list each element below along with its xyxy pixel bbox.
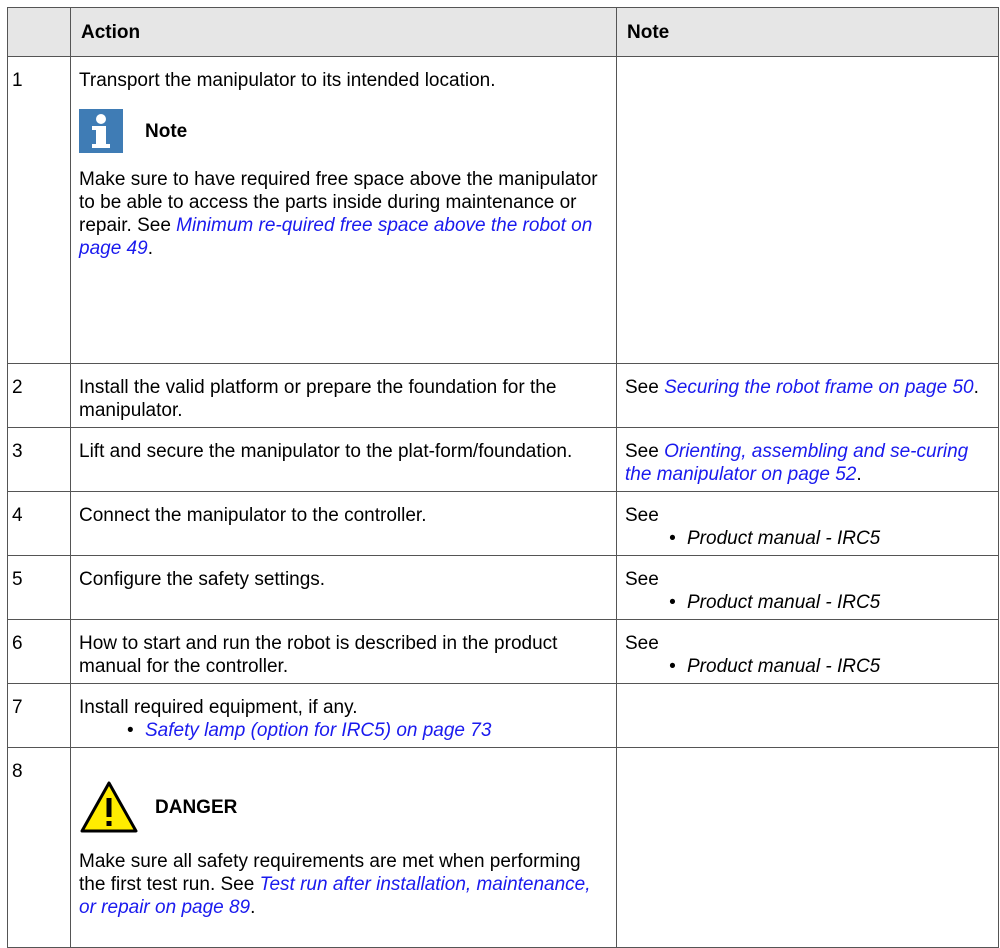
- step-number: 5: [12, 569, 23, 590]
- list-item: • Product manual - IRC5: [669, 656, 881, 677]
- step-action: Install required equipment, if any. • Saf…: [71, 684, 616, 742]
- step-action: Connect the manipulator to the controlle…: [79, 505, 427, 526]
- table-row: 7 Install required equipment, if any. • S…: [7, 683, 999, 748]
- header-action: Action: [70, 7, 617, 57]
- danger-text: Make sure all safety requirements are me…: [79, 851, 591, 918]
- step-action: How to start and run the robot is descri…: [79, 633, 558, 677]
- step-note: See • Product manual - IRC5: [617, 492, 998, 550]
- step-action: Lift and secure the manipulator to the p…: [79, 441, 573, 462]
- step-number: 4: [12, 505, 23, 526]
- warning-triangle-icon: [80, 781, 138, 833]
- step-note: See Securing the robot frame on page 50.: [625, 377, 979, 398]
- step-number: 3: [12, 441, 23, 462]
- step-number: 6: [12, 633, 23, 654]
- note-block: Note: [79, 106, 608, 156]
- step-action: Transport the manipulator to its intende…: [79, 70, 496, 91]
- step-number: 7: [12, 697, 23, 718]
- xref-link[interactable]: Orienting, assembling and se-curing the …: [625, 441, 968, 485]
- procedure-table: Action Note 1 Transport the manipulator …: [7, 7, 999, 948]
- xref-link[interactable]: Securing the robot frame on page 50: [664, 377, 973, 398]
- xref-link[interactable]: Safety lamp (option for IRC5) on page 73: [145, 719, 491, 742]
- danger-label: DANGER: [155, 796, 238, 818]
- list-item: • Product manual - IRC5: [669, 528, 881, 549]
- header-note: Note: [616, 7, 999, 57]
- step-action: Configure the safety settings.: [79, 569, 326, 590]
- table-row: 8 DANGER Make sure all safety requiremen…: [7, 747, 999, 948]
- table-row: 2 Install the valid platform or prepare …: [7, 363, 999, 428]
- step-note: See • Product manual - IRC5: [617, 556, 998, 614]
- step-note: See Orienting, assembling and se-curing …: [625, 441, 969, 485]
- step-action: Install the valid platform or prepare th…: [79, 377, 557, 421]
- table-row: 3 Lift and secure the manipulator to the…: [7, 427, 999, 492]
- table-row: 5 Configure the safety settings. See • Pr…: [7, 555, 999, 620]
- danger-block: DANGER: [79, 778, 608, 836]
- table-header-row: Action Note: [7, 7, 999, 57]
- info-icon: [79, 109, 123, 153]
- list-item: • Safety lamp (option for IRC5) on page 7…: [127, 719, 492, 742]
- table-row: 1 Transport the manipulator to its inten…: [7, 56, 999, 364]
- note-text: Make sure to have required free space ab…: [79, 169, 598, 259]
- note-label: Note: [145, 120, 188, 142]
- step-note: See • Product manual - IRC5: [617, 620, 998, 678]
- step-number: 2: [12, 377, 23, 398]
- table-row: 6 How to start and run the robot is desc…: [7, 619, 999, 684]
- list-item: • Product manual - IRC5: [669, 592, 881, 613]
- step-number: 8: [12, 761, 23, 782]
- table-row: 4 Connect the manipulator to the control…: [7, 491, 999, 556]
- header-blank: [7, 7, 71, 57]
- step-number: 1: [12, 70, 23, 91]
